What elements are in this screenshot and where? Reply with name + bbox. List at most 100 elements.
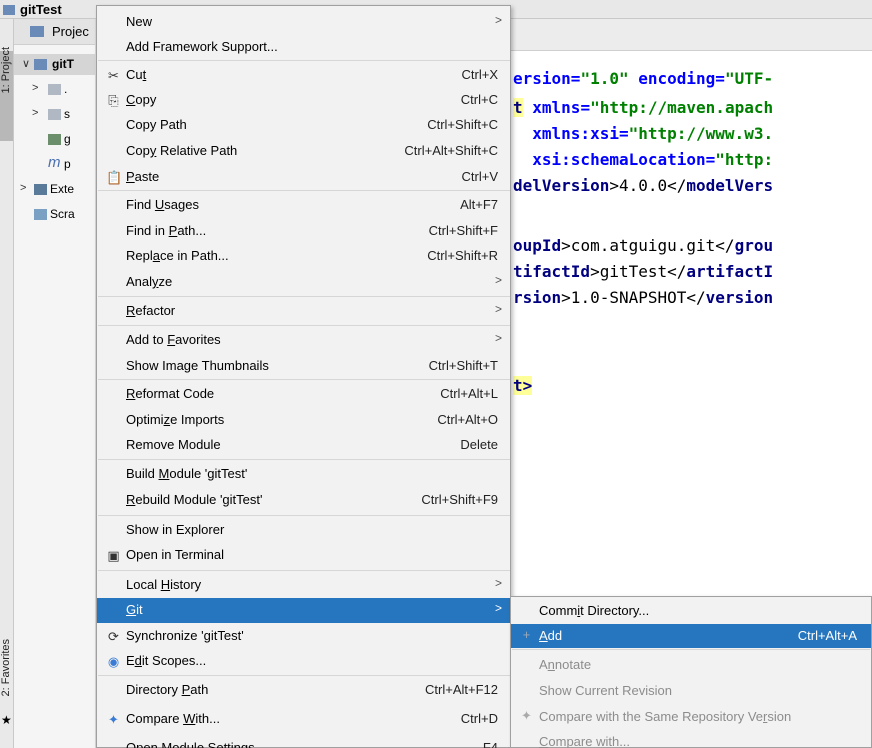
code-token: "http: xyxy=(715,150,774,169)
menu-item-reformat-code[interactable]: Reformat Code Ctrl+Alt+L xyxy=(97,382,510,407)
menu-item-find-usages[interactable]: Find Usages Alt+F7 xyxy=(97,193,510,218)
code-token: "http://maven.apach xyxy=(590,98,774,117)
project-tool-label[interactable]: 1: Project xyxy=(0,47,12,93)
plus-icon: + xyxy=(522,627,531,642)
tree-item[interactable]: mp xyxy=(14,154,95,175)
menu-item-label: Show Image Thumbnails xyxy=(126,358,269,373)
code-token: t> xyxy=(513,376,533,395)
menu-item-copy-relative-path[interactable]: Copy Relative Path Ctrl+Alt+Shift+C xyxy=(97,139,510,164)
tree-item[interactable]: > Exte xyxy=(14,179,95,200)
code-token: >4.0.0</ xyxy=(609,176,687,195)
scope-icon: ◉ xyxy=(107,654,120,669)
menu-item-show-in-explorer[interactable]: Show in Explorer xyxy=(97,518,510,543)
code-token: encoding= xyxy=(628,69,725,88)
tree-item-label: g xyxy=(64,132,71,146)
menu-separator xyxy=(98,60,510,61)
menu-item-add-framework-support[interactable]: Add Framework Support... xyxy=(97,35,510,60)
git-item-commit-directory[interactable]: Commit Directory... xyxy=(511,599,871,623)
tree-item-label: s xyxy=(64,107,70,121)
chevron-right-icon: > xyxy=(494,601,502,615)
menu-item-shortcut: Ctrl+X xyxy=(461,67,498,82)
menu-item-edit-scopes[interactable]: ◉ Edit Scopes... xyxy=(97,649,510,674)
chevron-icon[interactable]: > xyxy=(32,82,38,94)
chevron-icon[interactable]: > xyxy=(20,182,26,194)
star-icon[interactable]: ★ xyxy=(1,713,12,727)
tree-item-label: . xyxy=(64,82,68,96)
code-token: >gitTest</ xyxy=(590,262,687,281)
tree-item-label: Scra xyxy=(50,207,75,221)
code-token: "http://www.w3. xyxy=(628,124,774,143)
menu-separator xyxy=(98,459,510,460)
menu-item-shortcut: Ctrl+Alt+F12 xyxy=(425,682,498,697)
project-folder-icon xyxy=(3,5,15,15)
menu-item-refactor[interactable]: Refactor > xyxy=(97,299,510,324)
project-panel: Projec ∨ gitT >. > s g m p > Exte Scra xyxy=(14,19,96,748)
menu-item-find-in-path[interactable]: Find in Path... Ctrl+Shift+F xyxy=(97,219,510,244)
compare-icon: ✦ xyxy=(108,712,119,727)
menu-item-label: Add to Favorites xyxy=(126,332,221,347)
folder-icon xyxy=(48,134,61,145)
menu-item-shortcut: Ctrl+Alt+O xyxy=(437,412,498,427)
menu-item-label: Copy Path xyxy=(126,117,187,132)
menu-item-git[interactable]: Git > xyxy=(97,598,510,623)
chevron-right-icon: > xyxy=(494,576,502,590)
chevron-icon[interactable]: ∨ xyxy=(22,57,30,70)
menu-item-directory-path[interactable]: Directory Path Ctrl+Alt+F12 xyxy=(97,678,510,703)
project-view-label[interactable]: Projec xyxy=(52,24,89,39)
menu-item-optimize-imports[interactable]: Optimize Imports Ctrl+Alt+O xyxy=(97,408,510,433)
project-view-icon xyxy=(30,26,44,37)
menu-item-show-image-thumbnails[interactable]: Show Image Thumbnails Ctrl+Shift+T xyxy=(97,354,510,379)
chevron-right-icon: > xyxy=(494,302,502,316)
menu-separator xyxy=(98,379,510,380)
menu-item-paste[interactable]: 📋 Paste Ctrl+V xyxy=(97,165,510,190)
tree-item[interactable]: Scra xyxy=(14,204,95,225)
menu-item-label: Analyze xyxy=(126,274,173,289)
tree-item[interactable]: >. xyxy=(14,79,95,100)
code-token: rsion xyxy=(513,288,562,307)
tree-item[interactable]: > s xyxy=(14,104,95,125)
menu-item-label: Git xyxy=(126,602,143,617)
code-token: t xyxy=(513,98,523,117)
menu-item-open-module-settings[interactable]: Open Module Settings F4 xyxy=(97,736,510,748)
menu-item-shortcut: Ctrl+Shift+T xyxy=(428,358,498,373)
code-token: >1.0-SNAPSHOT</ xyxy=(561,288,706,307)
copy-icon: ⎘ xyxy=(108,93,119,108)
tree-item[interactable]: ∨ gitT xyxy=(14,54,95,75)
menu-item-label: Local History xyxy=(126,577,202,592)
folder-icon xyxy=(48,109,61,120)
menu-item-compare-with[interactable]: ✦ Compare With... Ctrl+D xyxy=(97,707,510,732)
sync-icon: ⟳ xyxy=(108,629,119,644)
menu-item-remove-module[interactable]: Remove Module Delete xyxy=(97,433,510,458)
menu-item-label: Copy Relative Path xyxy=(126,143,238,158)
code-token: >com.atguigu.git</ xyxy=(561,236,735,255)
tool-window-strip: 1: Project 2: Favorites ★ xyxy=(0,19,14,748)
chevron-icon[interactable]: > xyxy=(32,107,38,119)
code-token: oupId xyxy=(513,236,562,255)
git-item-label: Add xyxy=(539,628,563,643)
menu-item-replace-in-path[interactable]: Replace in Path... Ctrl+Shift+R xyxy=(97,244,510,269)
menu-item-build-module-gittest[interactable]: Build Module 'gitTest' xyxy=(97,462,510,487)
menu-item-label: Open in Terminal xyxy=(126,547,225,562)
menu-item-synchronize-gittest[interactable]: ⟳ Synchronize 'gitTest' xyxy=(97,624,510,649)
menu-item-copy[interactable]: ⎘ Copy Ctrl+C xyxy=(97,88,510,113)
terminal-icon: ▣ xyxy=(107,548,120,563)
window-title: gitTest xyxy=(20,2,62,17)
menu-item-copy-path[interactable]: Copy Path Ctrl+Shift+C xyxy=(97,113,510,138)
menu-item-label: Directory Path xyxy=(126,682,209,697)
tree-item[interactable]: g xyxy=(14,129,95,150)
menu-item-local-history[interactable]: Local History > xyxy=(97,573,510,598)
menu-item-label: Add Framework Support... xyxy=(126,39,278,54)
menu-item-add-to-favorites[interactable]: Add to Favorites > xyxy=(97,328,510,353)
menu-item-label: Refactor xyxy=(126,303,176,318)
menu-item-new[interactable]: New > xyxy=(97,10,510,35)
menu-item-cut[interactable]: ✂ Cut Ctrl+X xyxy=(97,63,510,88)
code-token: xsi:schemaLocation= xyxy=(513,150,716,169)
git-item-add[interactable]: + Add Ctrl+Alt+A xyxy=(511,624,871,648)
menu-item-open-in-terminal[interactable]: ▣ Open in Terminal xyxy=(97,543,510,568)
code-line: oupId>com.atguigu.git</grou xyxy=(513,236,773,255)
menu-item-rebuild-module-gittest[interactable]: Rebuild Module 'gitTest' Ctrl+Shift+F9 xyxy=(97,488,510,513)
favorites-tool-label[interactable]: 2: Favorites xyxy=(0,639,12,696)
menu-item-shortcut: Ctrl+C xyxy=(460,92,498,107)
menu-item-analyze[interactable]: Analyze > xyxy=(97,270,510,295)
menu-item-label: Rebuild Module 'gitTest' xyxy=(126,492,263,507)
